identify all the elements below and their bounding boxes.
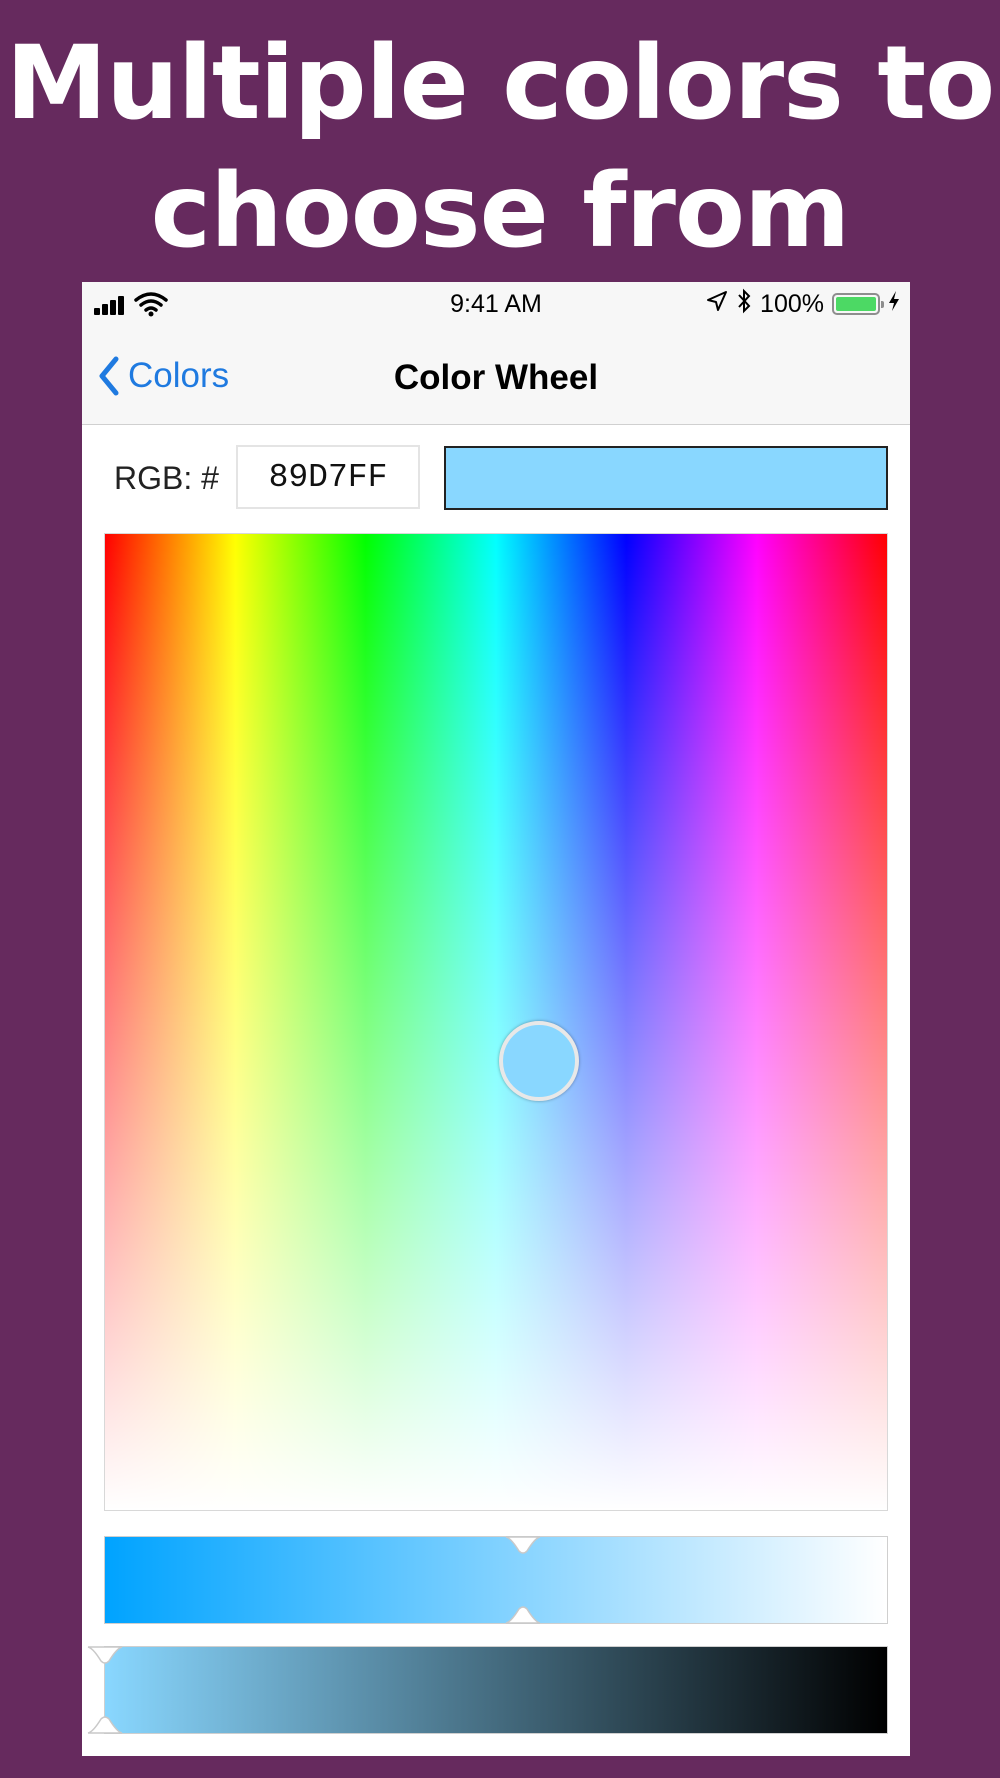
slider-thumb-top[interactable] [505,1536,541,1554]
battery-percent: 100% [760,289,824,318]
bluetooth-icon [736,288,752,321]
battery-icon [832,293,884,315]
headline-line-1: Multiple colors to [5,24,995,143]
slider-thumb-bottom[interactable] [87,1716,123,1734]
status-right: 100% [706,288,900,320]
color-preview-swatch [444,446,888,510]
phone-screen: 9:41 AM 100% Colors Color Wheel RGB: # [82,282,910,1756]
page-title: Color Wheel [393,358,599,397]
location-icon [706,290,728,319]
color-picker-knob[interactable] [499,1021,579,1102]
slider-thumb-top[interactable] [87,1646,123,1664]
headline-line-2: choose from [150,152,851,271]
charging-icon [888,290,900,319]
slider-thumb-bottom[interactable] [505,1606,541,1624]
navigation-bar: Colors Color Wheel [82,326,910,425]
rgb-label: RGB: # [114,460,219,496]
color-spectrum[interactable] [104,533,888,1511]
hex-input[interactable] [236,445,420,509]
brightness-slider[interactable] [87,1646,888,1734]
status-bar: 9:41 AM 100% [82,282,910,326]
headline: Multiple colors to choose from [0,20,1000,276]
saturation-slider[interactable] [104,1536,888,1624]
